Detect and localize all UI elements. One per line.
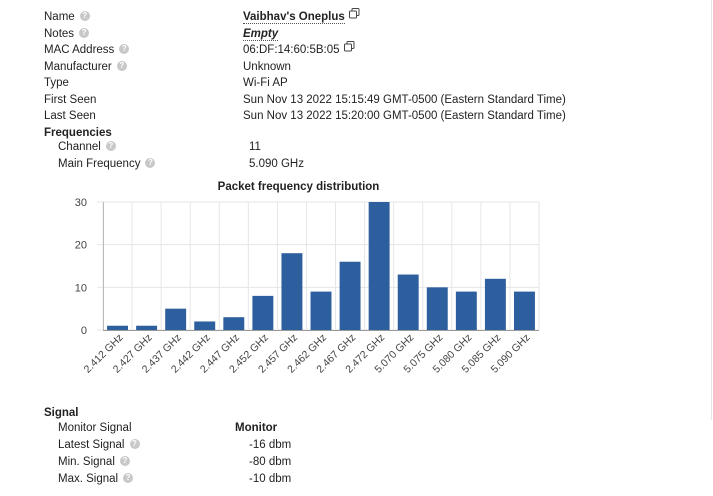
- bar: [281, 253, 303, 330]
- bar: [484, 278, 506, 330]
- max-signal-label: Max. Signal: [58, 473, 119, 485]
- min-signal-label: Min. Signal: [58, 456, 115, 468]
- min-signal-value: -80 dbm: [249, 456, 292, 468]
- monitor-signal-value[interactable]: Monitor: [235, 420, 277, 436]
- bar: [455, 291, 477, 330]
- question-circle-icon[interactable]: ?: [123, 472, 134, 483]
- y-tick-label: 10: [75, 282, 87, 294]
- bar: [107, 325, 128, 330]
- max-signal-value: -10 dbm: [249, 473, 292, 485]
- bar: [426, 287, 448, 330]
- bar: [136, 325, 158, 330]
- monitor-signal-label: Monitor Signal: [58, 422, 132, 434]
- bar: [339, 261, 361, 330]
- latest-signal-label: Latest Signal: [58, 439, 125, 451]
- question-circle-icon[interactable]: ?: [129, 438, 140, 449]
- bar: [165, 308, 187, 330]
- bar: [514, 291, 535, 330]
- signal-heading: Signal: [44, 407, 79, 419]
- bar: [194, 321, 216, 330]
- y-tick-label: 30: [75, 197, 87, 209]
- bar: [223, 317, 245, 330]
- bar: [397, 274, 419, 330]
- packet-frequency-chart: 01020302.412 GHz2.427 GHz2.437 GHz2.442 …: [75, 197, 540, 376]
- question-circle-icon[interactable]: ?: [119, 455, 130, 466]
- bar: [252, 295, 274, 330]
- bar: [368, 202, 390, 330]
- latest-signal-value: -16 dbm: [249, 439, 292, 451]
- y-tick-label: 20: [75, 240, 87, 252]
- bar: [310, 291, 332, 330]
- y-tick-label: 0: [81, 325, 87, 337]
- panel-divider: [711, 0, 712, 420]
